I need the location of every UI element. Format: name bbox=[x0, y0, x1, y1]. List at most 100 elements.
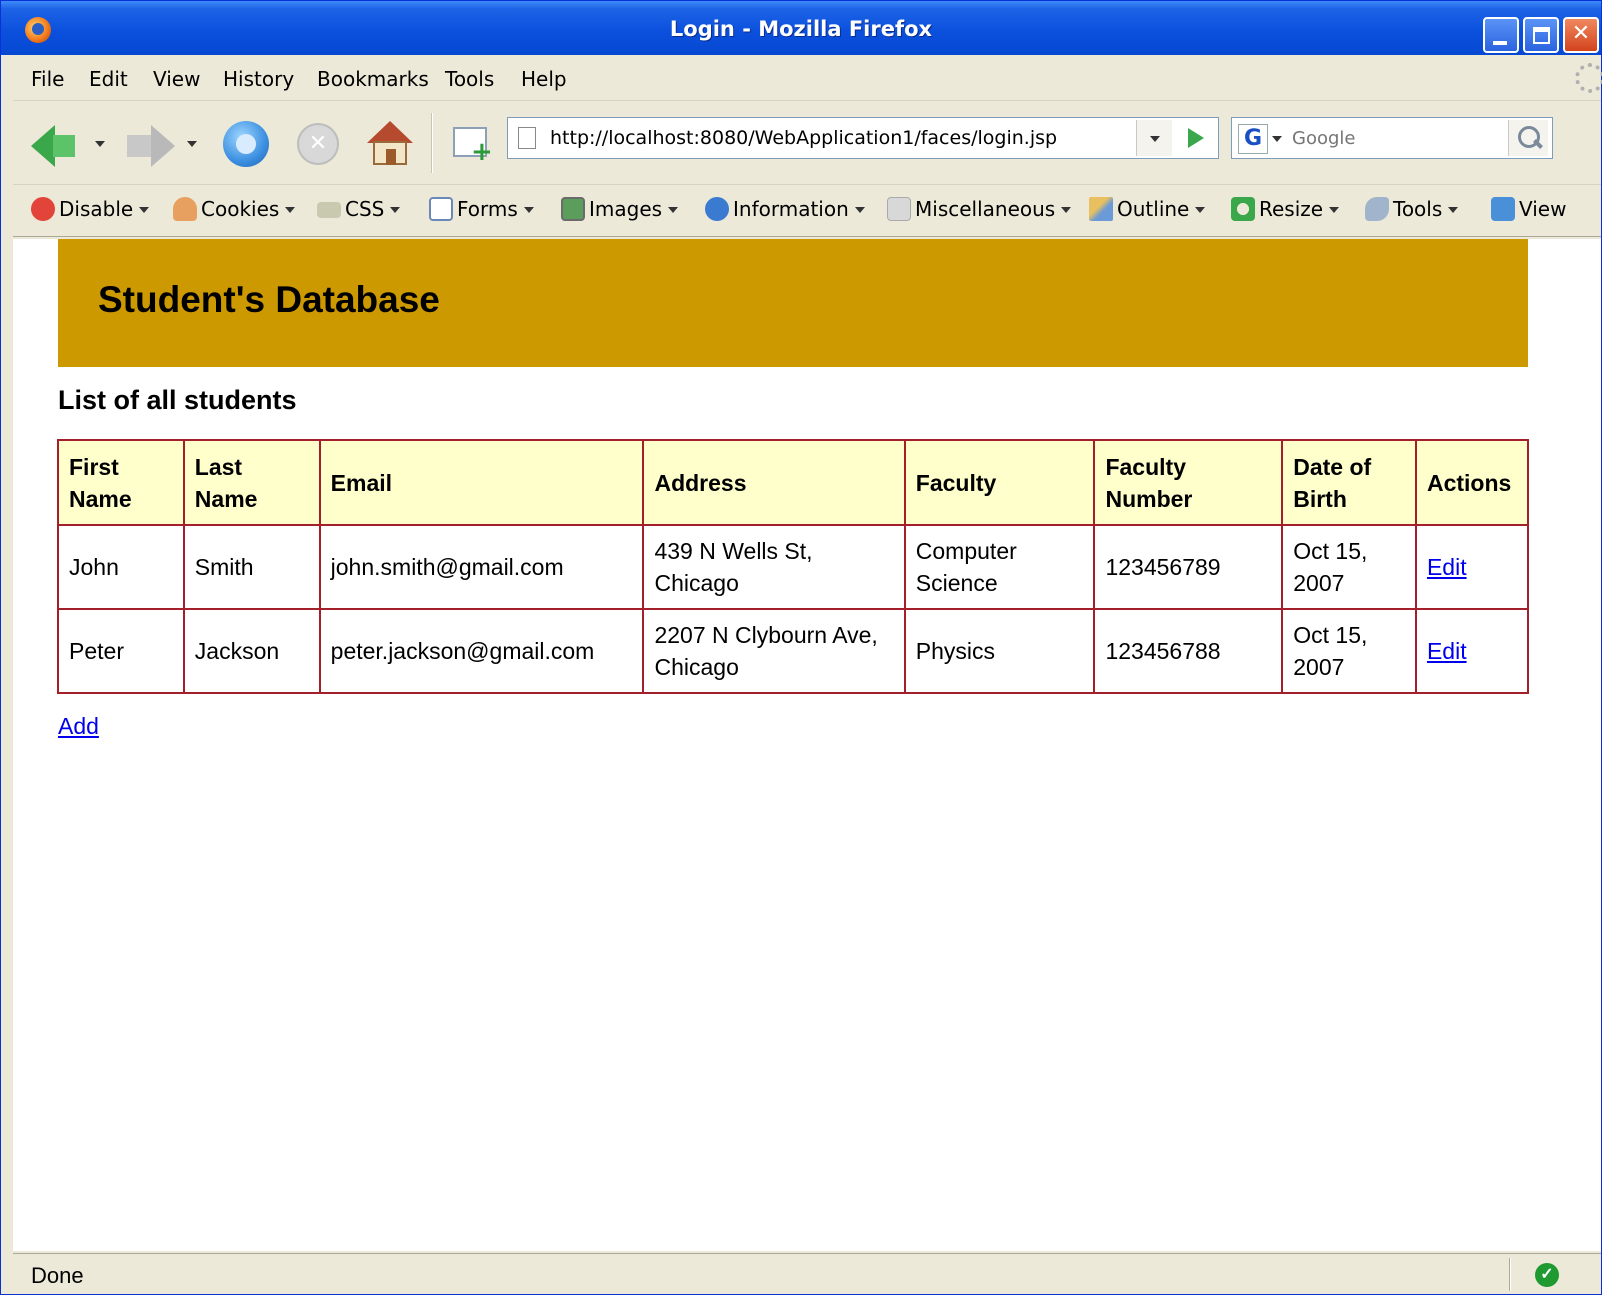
go-button[interactable] bbox=[1174, 120, 1216, 156]
address-cell: 439 N Wells St, Chicago bbox=[642, 524, 906, 610]
close-button[interactable]: ✕ bbox=[1563, 17, 1599, 53]
resize-icon bbox=[1231, 197, 1255, 221]
check-icon: ✓ bbox=[1535, 1263, 1559, 1287]
status-bar: Done ✓ bbox=[13, 1253, 1601, 1294]
faculty-cell: Computer Science bbox=[903, 524, 1096, 610]
email-cell: peter.jackson@gmail.com bbox=[318, 608, 645, 694]
table-row: Peter Jackson peter.jackson@gmail.com 22… bbox=[57, 608, 1530, 694]
navigation-toolbar: + http://localhost:8080/WebApplication1/… bbox=[13, 103, 1601, 185]
table-header-row: First Name Last Name Email Address Facul… bbox=[57, 439, 1530, 526]
miscellaneous-icon bbox=[887, 197, 911, 221]
throbber-icon bbox=[1575, 63, 1602, 93]
table-row: John Smith john.smith@gmail.com 439 N We… bbox=[57, 524, 1530, 610]
menu-help[interactable]: Help bbox=[521, 67, 567, 91]
back-arrow-icon bbox=[31, 125, 55, 167]
dev-information-menu[interactable]: Information bbox=[705, 197, 865, 221]
url-text[interactable]: http://localhost:8080/WebApplication1/fa… bbox=[550, 127, 1057, 149]
menu-bookmarks[interactable]: Bookmarks bbox=[317, 67, 429, 91]
reload-icon[interactable] bbox=[223, 121, 269, 167]
outline-icon bbox=[1089, 197, 1113, 221]
section-heading: List of all students bbox=[58, 385, 297, 415]
page-icon bbox=[518, 127, 536, 149]
dev-outline-menu[interactable]: Outline bbox=[1089, 197, 1206, 221]
images-icon bbox=[561, 197, 585, 221]
dev-images-menu[interactable]: Images bbox=[561, 197, 679, 221]
search-input[interactable] bbox=[1292, 122, 1498, 154]
dev-resize-menu[interactable]: Resize bbox=[1231, 197, 1340, 221]
dev-tools-menu[interactable]: Tools bbox=[1365, 197, 1459, 221]
dev-css-menu[interactable]: CSS bbox=[317, 197, 401, 221]
students-table: First Name Last Name Email Address Facul… bbox=[57, 439, 1530, 694]
column-header: First Name bbox=[57, 439, 185, 526]
toolbar-separator bbox=[431, 113, 433, 173]
faculty-cell: Physics bbox=[903, 608, 1096, 694]
minimize-button[interactable] bbox=[1483, 17, 1519, 53]
column-header: Address bbox=[642, 439, 906, 526]
last-name-cell: Jackson bbox=[182, 608, 321, 694]
wrench-icon bbox=[1365, 197, 1389, 221]
search-icon[interactable] bbox=[1508, 120, 1548, 156]
status-text: Done bbox=[31, 1263, 84, 1288]
page-content: Student's Database List of all students … bbox=[13, 239, 1601, 1251]
google-engine-icon[interactable]: G bbox=[1238, 124, 1268, 154]
information-icon bbox=[705, 197, 729, 221]
disable-icon bbox=[31, 197, 55, 221]
dev-miscellaneous-menu[interactable]: Miscellaneous bbox=[887, 197, 1072, 221]
web-developer-toolbar: Disable Cookies CSS Forms Images Informa… bbox=[13, 187, 1601, 237]
minimize-icon bbox=[1493, 41, 1507, 45]
home-icon[interactable] bbox=[367, 121, 413, 167]
page-title: Student's Database bbox=[98, 279, 440, 320]
email-cell: john.smith@gmail.com bbox=[318, 524, 645, 610]
column-header: Faculty Number bbox=[1093, 439, 1284, 526]
stop-icon[interactable] bbox=[297, 123, 339, 165]
menu-view[interactable]: View bbox=[153, 67, 200, 91]
forward-history-dropdown-icon[interactable] bbox=[187, 141, 197, 147]
address-cell: 2207 N Clybourn Ave, Chicago bbox=[642, 608, 906, 694]
close-icon: ✕ bbox=[1571, 21, 1591, 46]
actions-cell: Edit bbox=[1414, 608, 1530, 694]
column-header: Email bbox=[318, 439, 645, 526]
dev-forms-menu[interactable]: Forms bbox=[429, 197, 534, 221]
view-source-icon bbox=[1491, 197, 1515, 221]
actions-cell: Edit bbox=[1414, 524, 1530, 610]
add-link[interactable]: Add bbox=[58, 713, 99, 740]
column-header: Last Name bbox=[182, 439, 321, 526]
css-icon bbox=[317, 202, 341, 218]
menu-history[interactable]: History bbox=[223, 67, 294, 91]
faculty-number-cell: 123456788 bbox=[1093, 608, 1284, 694]
forms-icon bbox=[429, 197, 453, 221]
edit-link[interactable]: Edit bbox=[1427, 638, 1467, 664]
engine-dropdown-icon[interactable] bbox=[1272, 136, 1282, 142]
page-banner: Student's Database bbox=[58, 239, 1528, 367]
dev-cookies-menu[interactable]: Cookies bbox=[173, 197, 296, 221]
last-name-cell: Smith bbox=[182, 524, 321, 610]
browser-window: Login - Mozilla Firefox ✕ File Edit View… bbox=[0, 0, 1602, 1295]
forward-arrow-icon bbox=[151, 125, 175, 167]
back-history-dropdown-icon[interactable] bbox=[95, 141, 105, 147]
menu-tools[interactable]: Tools bbox=[445, 67, 494, 91]
first-name-cell: John bbox=[57, 524, 185, 610]
first-name-cell: Peter bbox=[57, 608, 185, 694]
cookies-icon bbox=[173, 197, 197, 221]
chevron-down-icon bbox=[1150, 136, 1160, 142]
url-history-dropdown[interactable] bbox=[1136, 120, 1172, 156]
faculty-number-cell: 123456789 bbox=[1093, 524, 1284, 610]
date-of-birth-cell: Oct 15, 2007 bbox=[1281, 524, 1417, 610]
new-tab-icon[interactable]: + bbox=[449, 123, 493, 165]
dev-view-source-menu[interactable]: View bbox=[1491, 197, 1566, 221]
column-header: Faculty bbox=[903, 439, 1096, 526]
url-bar[interactable]: http://localhost:8080/WebApplication1/fa… bbox=[507, 117, 1219, 159]
column-header: Date of Birth bbox=[1281, 439, 1417, 526]
menu-edit[interactable]: Edit bbox=[89, 67, 128, 91]
window-title: Login - Mozilla Firefox bbox=[669, 17, 933, 41]
title-bar: Login - Mozilla Firefox ✕ bbox=[1, 1, 1601, 55]
search-bar: G bbox=[1231, 117, 1553, 159]
date-of-birth-cell: Oct 15, 2007 bbox=[1281, 608, 1417, 694]
column-header: Actions bbox=[1414, 439, 1530, 526]
maximize-button[interactable] bbox=[1523, 17, 1559, 53]
menu-bar: File Edit View History Bookmarks Tools H… bbox=[13, 57, 1602, 101]
dev-disable-menu[interactable]: Disable bbox=[31, 197, 150, 221]
edit-link[interactable]: Edit bbox=[1427, 554, 1467, 580]
maximize-icon bbox=[1533, 27, 1550, 44]
menu-file[interactable]: File bbox=[31, 67, 64, 91]
